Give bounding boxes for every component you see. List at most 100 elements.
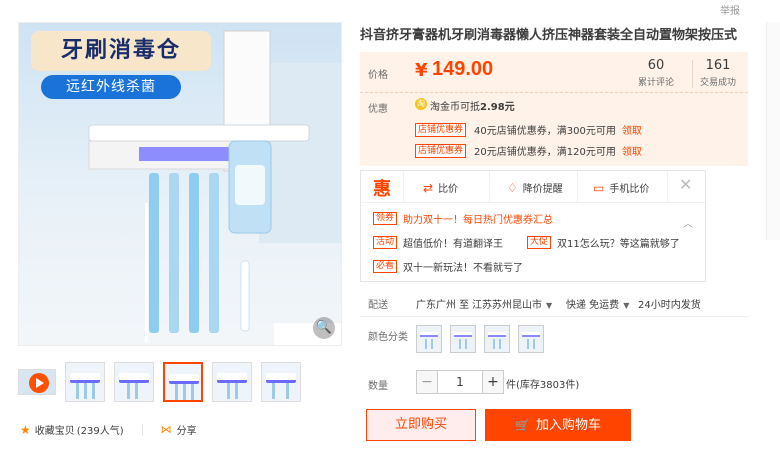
mobile-icon: ▭ bbox=[593, 180, 605, 195]
play-icon bbox=[29, 373, 49, 393]
sku-graphic bbox=[488, 332, 506, 337]
add-to-cart-button[interactable]: 🛒 加入购物车 bbox=[485, 409, 631, 441]
thumbnail[interactable] bbox=[261, 362, 301, 402]
shipping-method-select[interactable]: 快递 免运费 ▼ bbox=[566, 296, 629, 311]
thumbnail[interactable] bbox=[65, 362, 105, 402]
divider bbox=[360, 316, 748, 317]
caret-down-icon: ▼ bbox=[546, 301, 553, 310]
share-label[interactable]: 分享 bbox=[177, 422, 197, 437]
product-title: 抖音挤牙膏器机牙刷消毒器懒人挤压神器套装全自动置物架按压式 bbox=[360, 28, 738, 43]
decrease-button[interactable]: − bbox=[416, 370, 438, 394]
shipping-from: 广东广州 至 bbox=[416, 300, 470, 311]
banner-subtitle: 远红外线杀菌 bbox=[41, 75, 181, 99]
increase-button[interactable]: + bbox=[482, 370, 504, 394]
buy-now-button[interactable]: 立即购买 bbox=[366, 409, 476, 441]
thumbnail-graphic bbox=[84, 383, 87, 399]
sku-graphic bbox=[465, 339, 467, 349]
reviews-stat[interactable]: 60 累计评论 bbox=[638, 58, 674, 88]
banner-title: 牙刷消毒仓 bbox=[31, 31, 211, 71]
offers-label: 优惠 bbox=[368, 104, 388, 115]
divider bbox=[403, 171, 404, 203]
thumbnail-graphic bbox=[286, 383, 289, 399]
report-link[interactable]: 举报 bbox=[720, 2, 740, 17]
side-panel-edge bbox=[766, 22, 780, 240]
coupon-tag: 店铺优惠券 bbox=[415, 122, 467, 137]
sku-graphic bbox=[431, 339, 433, 349]
divider bbox=[692, 60, 693, 88]
thumbnail-graphic bbox=[70, 373, 100, 383]
sku-graphic bbox=[459, 339, 461, 349]
star-icon[interactable]: ★ bbox=[20, 423, 31, 437]
claim-coupon-link[interactable]: 领取 bbox=[622, 143, 642, 158]
promo-line[interactable]: 活动 超值低价！有道翻译王 大促 双11怎么玩？等这篇就够了 bbox=[373, 235, 680, 250]
shipping-time: 24小时内发货 bbox=[638, 300, 701, 311]
reviews-label: 累计评论 bbox=[638, 78, 675, 88]
promo-line[interactable]: 必看 双十一新玩法！不看就亏了 bbox=[373, 259, 523, 274]
promo-text: 助力双十一！每日热门优惠券汇总 bbox=[403, 215, 554, 226]
sku-option[interactable] bbox=[518, 325, 544, 353]
thumbnail[interactable] bbox=[212, 362, 252, 402]
promo-tabs: 惠 ⇄ 比价 ♢ 降价提醒 ▭ 手机比价 ✕ bbox=[361, 171, 705, 203]
price-value: 149.00 bbox=[432, 58, 494, 80]
sku-option[interactable] bbox=[450, 325, 476, 353]
thumbnail-graphic bbox=[191, 384, 194, 400]
thumbnail-graphic bbox=[135, 383, 138, 399]
sku-graphic bbox=[499, 339, 501, 349]
sku-graphic bbox=[522, 332, 540, 337]
thumbnail-graphic bbox=[119, 373, 149, 383]
sku-graphic bbox=[454, 332, 472, 337]
sku-graphic bbox=[425, 339, 427, 349]
chevron-up-icon[interactable]: ︿ bbox=[683, 215, 693, 230]
promo-text: 双十一新玩法！不看就亏了 bbox=[403, 263, 524, 274]
tab-label: 比价 bbox=[438, 184, 459, 195]
divider bbox=[141, 423, 143, 436]
tab-compare[interactable]: ⇄ 比价 bbox=[423, 180, 459, 196]
thumbnail-graphic bbox=[127, 383, 130, 399]
quantity-input[interactable]: 1 bbox=[438, 370, 482, 394]
shipping-label: 配送 bbox=[368, 300, 388, 311]
product-gallery: 牙刷消毒仓 远红外线杀菌 🔍 bbox=[18, 22, 342, 402]
coupon-tag: 店铺优惠券 bbox=[415, 143, 467, 158]
favorite-label[interactable]: 收藏宝贝 bbox=[35, 422, 75, 437]
price-currency: ¥ bbox=[415, 60, 428, 81]
thumbnail-graphic bbox=[169, 374, 199, 384]
main-product-image[interactable]: 牙刷消毒仓 远红外线杀菌 🔍 bbox=[18, 22, 342, 346]
add-to-cart-label: 加入购物车 bbox=[535, 418, 601, 433]
product-illustration bbox=[88, 30, 341, 345]
thumbnail[interactable] bbox=[114, 362, 154, 402]
quantity-stepper: − 1 + bbox=[416, 370, 504, 394]
close-icon[interactable]: ✕ bbox=[679, 175, 692, 194]
tab-price-alert[interactable]: ♢ 降价提醒 bbox=[507, 180, 563, 196]
thumbnail-graphic bbox=[266, 373, 296, 383]
promo-text: 双11怎么玩？等这篇就够了 bbox=[557, 239, 680, 250]
thumbnail-graphic bbox=[217, 373, 247, 383]
thumbnail-graphic bbox=[235, 383, 238, 399]
claim-coupon-link[interactable]: 领取 bbox=[622, 122, 642, 137]
divider bbox=[577, 171, 578, 203]
stock-text: 件(库存3803件) bbox=[506, 380, 580, 391]
thumbnail-graphic bbox=[227, 383, 230, 399]
shipping-destination-select[interactable]: 江苏苏州昆山市 ▼ bbox=[472, 296, 552, 311]
quantity-label: 数量 bbox=[368, 381, 388, 392]
compare-icon: ⇄ bbox=[423, 180, 434, 195]
sku-label: 颜色分类 bbox=[368, 332, 408, 343]
sku-option[interactable] bbox=[484, 325, 510, 353]
tab-mobile-compare[interactable]: ▭ 手机比价 bbox=[593, 180, 649, 196]
thumbnail-graphic bbox=[272, 383, 275, 399]
video-thumbnail[interactable] bbox=[18, 369, 56, 395]
caret-down-icon: ▼ bbox=[623, 301, 630, 310]
zoom-icon[interactable]: 🔍 bbox=[313, 317, 335, 339]
coin-offer-text: 淘金币可抵2.98元 bbox=[430, 98, 515, 113]
social-bar: ★ 收藏宝贝 (239人气) ⋈ 分享 bbox=[20, 422, 197, 438]
coin-offer-amount: 2.98元 bbox=[480, 102, 515, 113]
sku-option[interactable] bbox=[416, 325, 442, 353]
sku-graphic bbox=[527, 339, 529, 349]
share-icon[interactable]: ⋈ bbox=[161, 423, 172, 436]
promo-tag: 领券 bbox=[373, 212, 398, 225]
thumbnail-active[interactable] bbox=[163, 362, 203, 402]
thumbnail-graphic bbox=[76, 383, 79, 399]
promo-tag: 大促 bbox=[527, 236, 552, 249]
promo-line[interactable]: 领券 助力双十一！每日热门优惠券汇总 bbox=[373, 211, 553, 226]
sku-graphic bbox=[420, 332, 438, 337]
divider bbox=[667, 171, 668, 203]
